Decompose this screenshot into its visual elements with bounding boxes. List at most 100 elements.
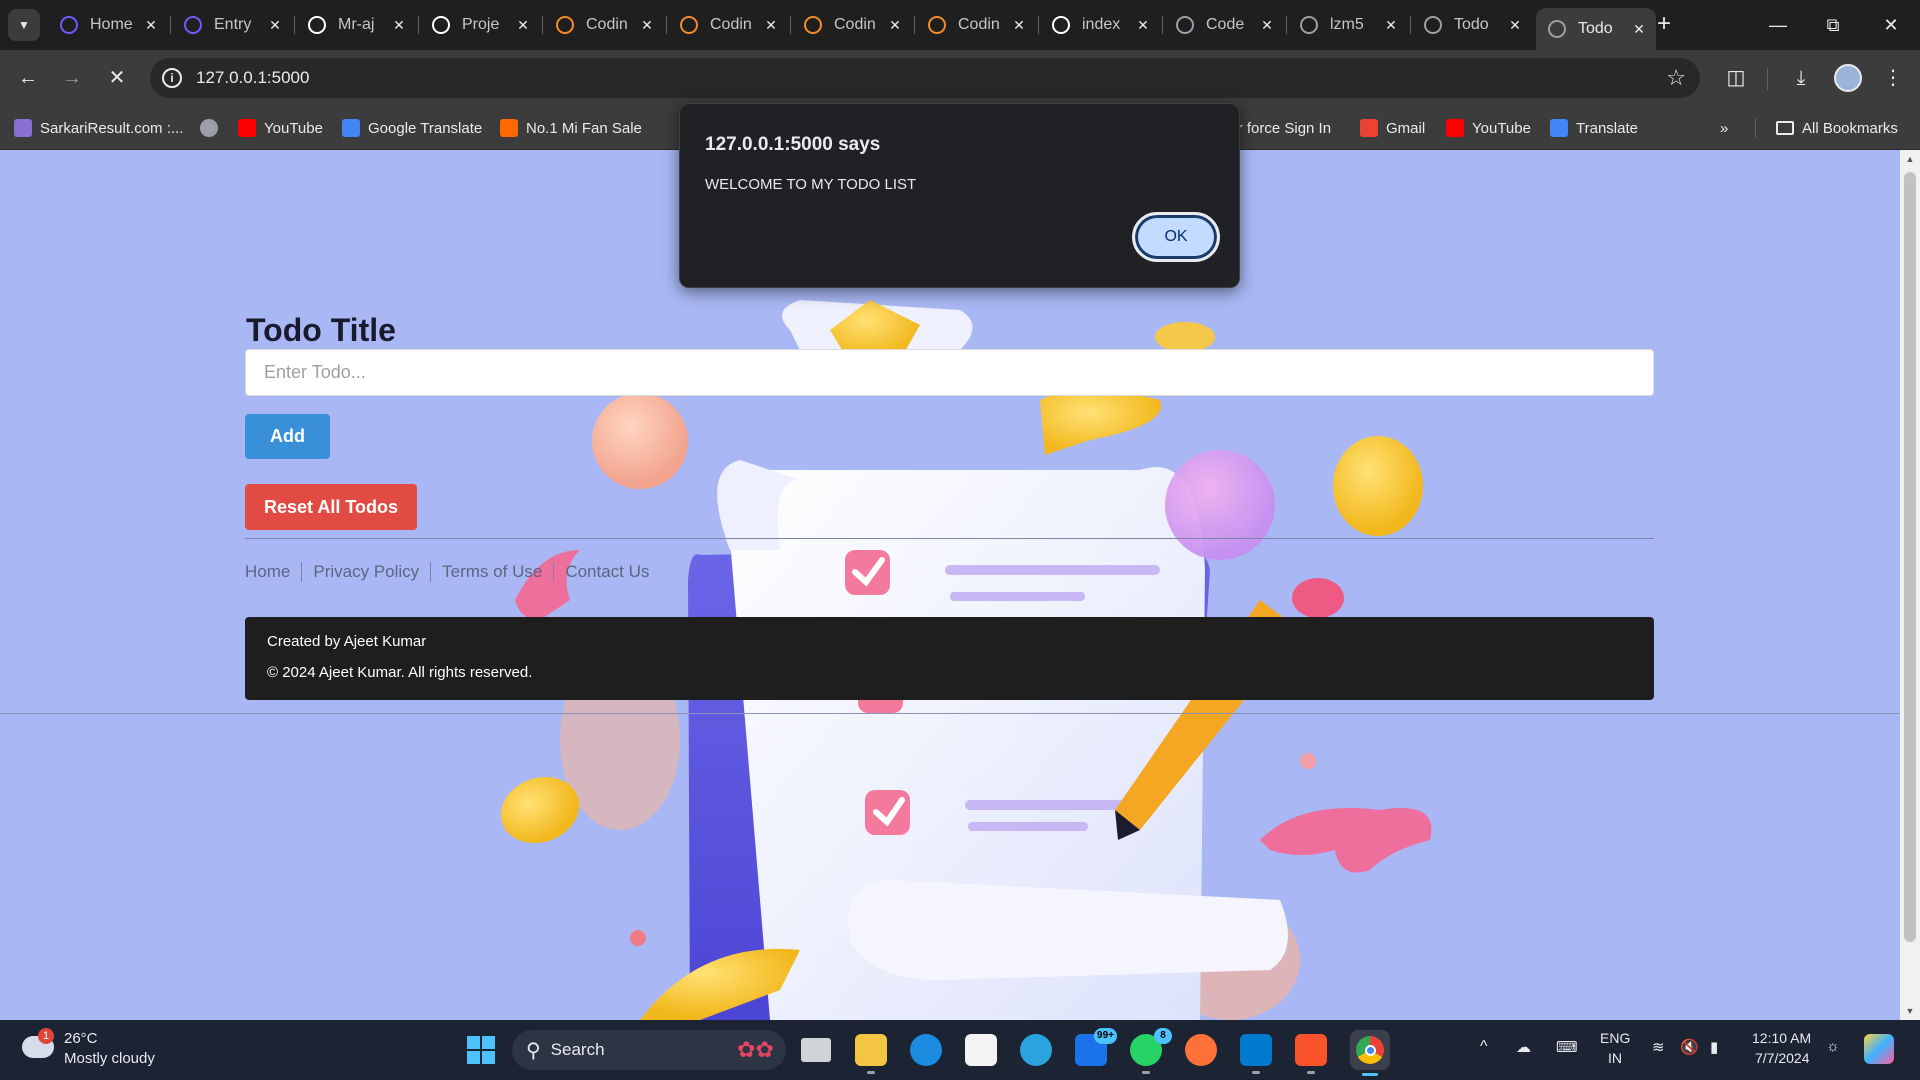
vscode-icon[interactable] bbox=[1240, 1034, 1272, 1074]
onedrive-icon[interactable]: ☁ bbox=[1516, 1038, 1531, 1056]
scroll-down-arrow-icon[interactable]: ▼ bbox=[1904, 1006, 1916, 1016]
new-tab-button[interactable]: + bbox=[1652, 12, 1676, 37]
address-bar[interactable]: i 127.0.0.1:5000 ☆ bbox=[150, 58, 1700, 98]
edge-icon[interactable] bbox=[910, 1034, 942, 1066]
scroll-up-arrow-icon[interactable]: ▲ bbox=[1904, 154, 1916, 164]
region-indicator[interactable]: IN bbox=[1608, 1050, 1622, 1066]
tab-label: index bbox=[1082, 16, 1121, 33]
reset-all-todos-button[interactable]: Reset All Todos bbox=[245, 484, 417, 530]
tab-entry[interactable]: Entry ✕ bbox=[172, 8, 292, 42]
telegram-icon[interactable] bbox=[1020, 1034, 1052, 1066]
tab-close-icon[interactable]: ✕ bbox=[1010, 16, 1028, 34]
tab-close-icon[interactable]: ✕ bbox=[1258, 16, 1276, 34]
chrome-icon[interactable] bbox=[1350, 1030, 1390, 1076]
stop-loading-button[interactable]: ✕ bbox=[103, 64, 131, 92]
tab-proje[interactable]: Proje ✕ bbox=[420, 8, 540, 42]
tab-codin[interactable]: Codin ✕ bbox=[668, 8, 788, 42]
battery-icon[interactable]: ▮ bbox=[1710, 1038, 1718, 1056]
bookmark-gmail[interactable]: Gmail bbox=[1360, 117, 1425, 139]
all-bookmarks-button[interactable]: All Bookmarks bbox=[1776, 117, 1898, 139]
weather-widget[interactable]: 1 bbox=[22, 1028, 56, 1064]
clock-time[interactable]: 12:10 AM bbox=[1752, 1030, 1811, 1046]
copilot-icon[interactable] bbox=[1864, 1034, 1894, 1064]
bookmark-air-force-sign-in[interactable]: air force Sign In bbox=[1226, 117, 1331, 139]
tab-close-icon[interactable]: ✕ bbox=[1382, 16, 1400, 34]
restore-button[interactable]: ⧉ bbox=[1813, 10, 1853, 40]
minimize-button[interactable]: — bbox=[1758, 10, 1798, 40]
bookmarks-overflow-button[interactable]: » bbox=[1720, 117, 1728, 139]
tab-close-icon[interactable]: ✕ bbox=[514, 16, 532, 34]
tab-close-icon[interactable]: ✕ bbox=[266, 16, 284, 34]
todo-input[interactable] bbox=[245, 349, 1654, 396]
bookmark-label: YouTube bbox=[264, 119, 323, 137]
tab-separator bbox=[1286, 16, 1287, 34]
brave-icon[interactable] bbox=[1295, 1034, 1327, 1074]
footer-link-home[interactable]: Home bbox=[245, 562, 301, 582]
bookmark-globe[interactable] bbox=[200, 117, 226, 139]
pink-orb bbox=[1165, 450, 1275, 560]
tab-separator bbox=[1162, 16, 1163, 34]
tab-close-icon[interactable]: ✕ bbox=[762, 16, 780, 34]
tab-close-icon[interactable]: ✕ bbox=[886, 16, 904, 34]
taskbar-search[interactable]: ⚲ Search ✿✿ bbox=[512, 1030, 786, 1070]
speaker-muted-icon[interactable]: 🔇 bbox=[1680, 1038, 1699, 1056]
bookmark-youtube[interactable]: YouTube bbox=[238, 117, 323, 139]
pink-heart-left bbox=[515, 550, 580, 620]
profile-avatar[interactable] bbox=[1834, 64, 1862, 92]
tab-home[interactable]: Home ✕ bbox=[48, 8, 168, 42]
tray-chevron-up-icon[interactable]: ^ bbox=[1480, 1038, 1488, 1056]
add-button[interactable]: Add bbox=[245, 414, 330, 459]
file-explorer-icon[interactable] bbox=[855, 1034, 887, 1074]
github-icon bbox=[308, 16, 326, 34]
microsoft-store-icon[interactable] bbox=[965, 1034, 997, 1066]
toolbar-divider bbox=[1767, 68, 1768, 90]
whatsapp-icon[interactable]: 8 bbox=[1130, 1028, 1172, 1074]
menu-kebab-icon[interactable]: ⋮ bbox=[1881, 66, 1905, 90]
extensions-icon[interactable]: ◫ bbox=[1724, 66, 1748, 90]
bookmark-no-1-mi-fan-sale[interactable]: No.1 Mi Fan Sale bbox=[500, 117, 642, 139]
tab-index[interactable]: index ✕ bbox=[1040, 8, 1160, 42]
site-info-icon[interactable]: i bbox=[162, 68, 182, 88]
keyboard-icon[interactable]: ⌨ bbox=[1556, 1038, 1578, 1056]
url-text[interactable]: 127.0.0.1:5000 bbox=[196, 68, 309, 88]
language-indicator[interactable]: ENG bbox=[1600, 1030, 1630, 1046]
tab-close-icon[interactable]: ✕ bbox=[1506, 16, 1524, 34]
alert-ok-button[interactable]: OK bbox=[1132, 212, 1220, 262]
tab-todo[interactable]: Todo ✕ bbox=[1536, 8, 1656, 50]
scrollbar-thumb[interactable] bbox=[1904, 172, 1916, 942]
tab-search-button[interactable]: ▼ bbox=[8, 9, 40, 41]
tab-close-icon[interactable]: ✕ bbox=[390, 16, 408, 34]
task-view-icon[interactable] bbox=[801, 1038, 831, 1062]
footer-link-contact[interactable]: Contact Us bbox=[553, 562, 660, 582]
tab-close-icon[interactable]: ✕ bbox=[1630, 20, 1648, 38]
tab-close-icon[interactable]: ✕ bbox=[1134, 16, 1152, 34]
windows-start-button[interactable] bbox=[465, 1034, 497, 1066]
bookmark-sarkariresult-com-[interactable]: SarkariResult.com :... bbox=[14, 117, 183, 139]
wifi-icon[interactable]: ≋ bbox=[1652, 1038, 1665, 1056]
tab-mr-aj[interactable]: Mr-aj ✕ bbox=[296, 8, 416, 42]
clock-date[interactable]: 7/7/2024 bbox=[1755, 1050, 1810, 1066]
download-icon[interactable]: ⤓ bbox=[1789, 66, 1813, 90]
back-button[interactable]: ← bbox=[14, 64, 42, 92]
tab-lzm5[interactable]: lzm5 ✕ bbox=[1288, 8, 1408, 42]
tab-codin[interactable]: Codin ✕ bbox=[792, 8, 912, 42]
tab-close-icon[interactable]: ✕ bbox=[638, 16, 656, 34]
tab-todo[interactable]: Todo ✕ bbox=[1412, 8, 1532, 42]
bookmark-star-icon[interactable]: ☆ bbox=[1666, 65, 1686, 91]
footer-link-terms[interactable]: Terms of Use bbox=[430, 562, 553, 582]
close-window-button[interactable]: ✕ bbox=[1871, 10, 1911, 40]
notifications-bell-icon[interactable]: ☼ bbox=[1826, 1038, 1840, 1055]
tab-code[interactable]: Code ✕ bbox=[1164, 8, 1284, 42]
tab-codin[interactable]: Codin ✕ bbox=[916, 8, 1036, 42]
bookmark-google-translate[interactable]: Google Translate bbox=[342, 117, 482, 139]
bookmark-youtube[interactable]: YouTube bbox=[1446, 117, 1531, 139]
firefox-icon[interactable] bbox=[1185, 1034, 1217, 1066]
footer-link-privacy[interactable]: Privacy Policy bbox=[301, 562, 430, 582]
forward-button[interactable]: → bbox=[58, 64, 86, 92]
mail-icon[interactable]: 99+ bbox=[1075, 1028, 1117, 1066]
page-scrollbar[interactable]: ▲ ▼ bbox=[1900, 150, 1920, 1020]
bookmark-translate[interactable]: Translate bbox=[1550, 117, 1638, 139]
tab-codin[interactable]: Codin ✕ bbox=[544, 8, 664, 42]
tab-close-icon[interactable]: ✕ bbox=[142, 16, 160, 34]
tab-separator bbox=[666, 16, 667, 34]
